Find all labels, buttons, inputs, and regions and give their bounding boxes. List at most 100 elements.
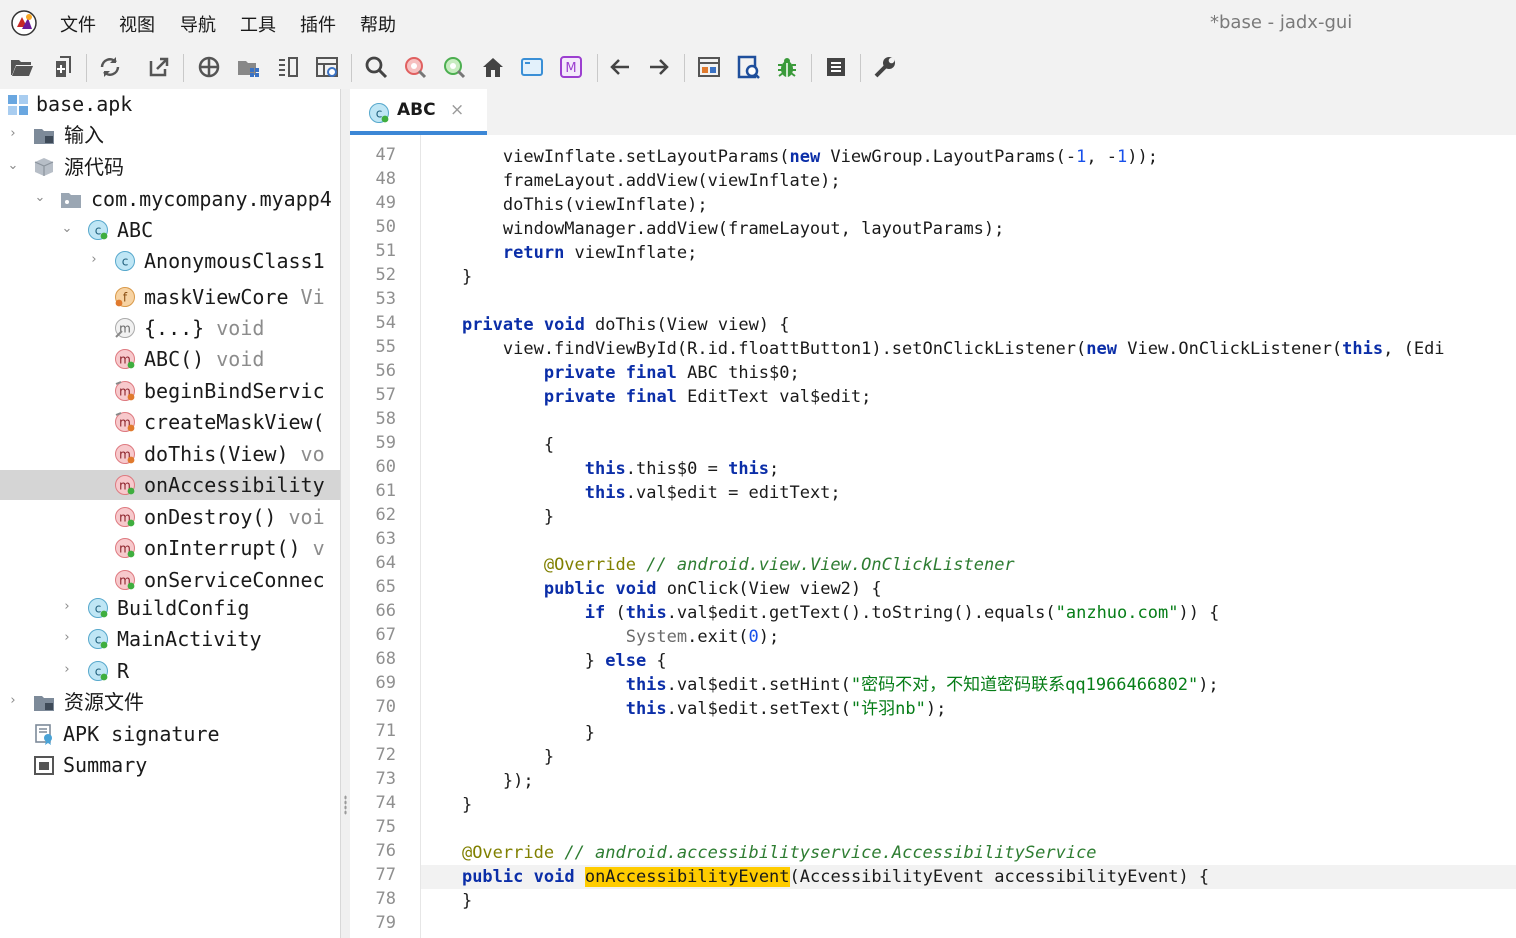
chevron-down-icon[interactable]: ⌄ xyxy=(33,191,47,205)
sync-icon[interactable] xyxy=(196,54,222,80)
code-line[interactable]: } xyxy=(421,745,1516,769)
debug-icon[interactable] xyxy=(774,54,800,80)
chevron-right-icon[interactable]: › xyxy=(87,253,101,267)
tree-label: com.mycompany.myapp4 xyxy=(91,187,332,211)
chevron-down-icon[interactable]: ⌄ xyxy=(60,222,74,236)
code-line[interactable] xyxy=(421,289,1516,313)
tree-item-on-accessibility[interactable]: m onAccessibility xyxy=(0,470,340,500)
tree-item-anonymous-class[interactable]: › c AnonymousClass1 xyxy=(0,246,340,276)
menu-view[interactable]: 视图 xyxy=(119,11,155,37)
code-line[interactable]: this.val$edit.setText("许羽nb"); xyxy=(421,697,1516,721)
tree-item-package[interactable]: ⌄ com.mycompany.myapp4 xyxy=(0,184,340,214)
code-line[interactable]: private final EditText val$edit; xyxy=(421,385,1516,409)
code-line[interactable] xyxy=(421,817,1516,841)
code-line[interactable] xyxy=(421,409,1516,433)
back-icon[interactable] xyxy=(607,54,633,80)
tree-item-on-interrupt[interactable]: m onInterrupt() v xyxy=(0,533,340,563)
find-class-icon[interactable] xyxy=(402,54,428,80)
add-files-icon[interactable] xyxy=(50,54,76,80)
close-icon[interactable]: × xyxy=(450,100,464,120)
code-line[interactable]: this.val$edit = editText; xyxy=(421,481,1516,505)
tree-item-dothis[interactable]: m doThis(View) vo xyxy=(0,439,340,469)
search-icon[interactable] xyxy=(363,54,389,80)
export-icon[interactable] xyxy=(146,54,172,80)
flatten-packages-icon[interactable] xyxy=(236,54,262,80)
tree-item-field-mask[interactable]: f maskViewCore Vi xyxy=(0,282,340,312)
code-line[interactable]: } xyxy=(421,265,1516,289)
chevron-right-icon[interactable]: › xyxy=(60,600,74,614)
code-line[interactable]: { xyxy=(421,433,1516,457)
code-line[interactable]: } xyxy=(421,793,1516,817)
code-line[interactable] xyxy=(421,529,1516,553)
menu-file[interactable]: 文件 xyxy=(60,11,96,37)
code-line[interactable]: private void doThis(View view) { xyxy=(421,313,1516,337)
menu-tools[interactable]: 工具 xyxy=(240,11,276,37)
tree-item-on-destroy[interactable]: m onDestroy() voi xyxy=(0,502,340,532)
code-editor[interactable]: viewInflate.setLayoutParams(new ViewGrou… xyxy=(421,135,1516,938)
code-line[interactable] xyxy=(421,913,1516,937)
tree-item-init-block[interactable]: m {...} void xyxy=(0,313,340,343)
chevron-down-icon[interactable]: ⌄ xyxy=(6,159,20,173)
tab-abc[interactable]: c ABC × xyxy=(350,89,487,135)
code-line[interactable]: return viewInflate; xyxy=(421,241,1516,265)
code-line[interactable]: frameLayout.addView(viewInflate); xyxy=(421,169,1516,193)
home-icon[interactable] xyxy=(480,54,506,80)
code-line[interactable]: public void onClick(View view2) { xyxy=(421,577,1516,601)
tree-item-begin-bind[interactable]: m beginBindServic xyxy=(0,376,340,406)
tree-item-class-buildconfig[interactable]: › c BuildConfig xyxy=(0,593,340,623)
log-icon[interactable] xyxy=(823,54,849,80)
menu-help[interactable]: 帮助 xyxy=(360,11,396,37)
quark-icon[interactable] xyxy=(735,54,761,80)
code-line[interactable]: windowManager.addView(frameLayout, layou… xyxy=(421,217,1516,241)
deobfuscation-icon[interactable] xyxy=(696,54,722,80)
code-line[interactable]: viewInflate.setLayoutParams(new ViewGrou… xyxy=(421,145,1516,169)
window-icon[interactable] xyxy=(519,54,545,80)
tree-item-summary[interactable]: Summary xyxy=(0,750,340,780)
split-view-icon[interactable] xyxy=(275,54,301,80)
code-line[interactable]: } xyxy=(421,721,1516,745)
tree-item-class-mainactivity[interactable]: › c MainActivity xyxy=(0,624,340,654)
preferences-icon[interactable] xyxy=(872,54,898,80)
tree-item-create-mask[interactable]: m createMaskView( xyxy=(0,407,340,437)
editor-tab-bar: c ABC × xyxy=(350,89,1516,135)
tree-item-input[interactable]: › 输入 xyxy=(0,120,340,150)
code-line[interactable]: doThis(viewInflate); xyxy=(421,193,1516,217)
open-file-icon[interactable] xyxy=(9,54,35,80)
tree-item-base-apk[interactable]: base.apk xyxy=(0,89,340,119)
tree-item-apk-signature[interactable]: APK signature xyxy=(0,719,340,749)
code-view-icon[interactable] xyxy=(314,54,340,80)
find-usage-icon[interactable] xyxy=(441,54,467,80)
code-line[interactable]: this.this$0 = this; xyxy=(421,457,1516,481)
tree-item-resources[interactable]: › 资源文件 xyxy=(0,687,340,717)
code-line[interactable]: @Override // android.accessibilityservic… xyxy=(421,841,1516,865)
drag-handle-icon[interactable] xyxy=(344,795,347,815)
forward-icon[interactable] xyxy=(646,54,672,80)
reload-icon[interactable] xyxy=(97,54,123,80)
code-line[interactable]: } xyxy=(421,505,1516,529)
smali-icon[interactable]: M xyxy=(558,54,584,80)
code-line[interactable]: this.val$edit.setHint("密码不对，不知道密码联系qq196… xyxy=(421,673,1516,697)
code-line[interactable]: view.findViewById(R.id.floattButton1).se… xyxy=(421,337,1516,361)
line-number: 59 xyxy=(375,433,396,453)
code-line[interactable]: public void onAccessibilityEvent(Accessi… xyxy=(421,865,1516,889)
chevron-right-icon[interactable]: › xyxy=(6,694,20,708)
code-line[interactable]: } else { xyxy=(421,649,1516,673)
class-icon: c xyxy=(88,598,108,618)
tree-item-on-service-connected[interactable]: m onServiceConnec xyxy=(0,565,340,595)
chevron-right-icon[interactable]: › xyxy=(6,127,20,141)
code-line[interactable]: }); xyxy=(421,769,1516,793)
chevron-right-icon[interactable]: › xyxy=(60,631,74,645)
code-line[interactable]: if (this.val$edit.getText().toString().e… xyxy=(421,601,1516,625)
tree-item-constructor[interactable]: m ABC() void xyxy=(0,344,340,374)
tree-item-source[interactable]: ⌄ 源代码 xyxy=(0,152,340,182)
menu-navigation[interactable]: 导航 xyxy=(180,11,216,37)
code-line[interactable]: private final ABC this$0; xyxy=(421,361,1516,385)
chevron-right-icon[interactable]: › xyxy=(60,663,74,677)
code-line[interactable]: System.exit(0); xyxy=(421,625,1516,649)
code-line[interactable]: @Override // android.view.View.OnClickLi… xyxy=(421,553,1516,577)
tree-item-class-r[interactable]: › c R xyxy=(0,656,340,686)
code-line[interactable]: } xyxy=(421,889,1516,913)
menu-plugins[interactable]: 插件 xyxy=(300,11,336,37)
tree-item-class-abc[interactable]: ⌄ c ABC xyxy=(0,215,340,245)
class-icon: c xyxy=(369,103,389,123)
